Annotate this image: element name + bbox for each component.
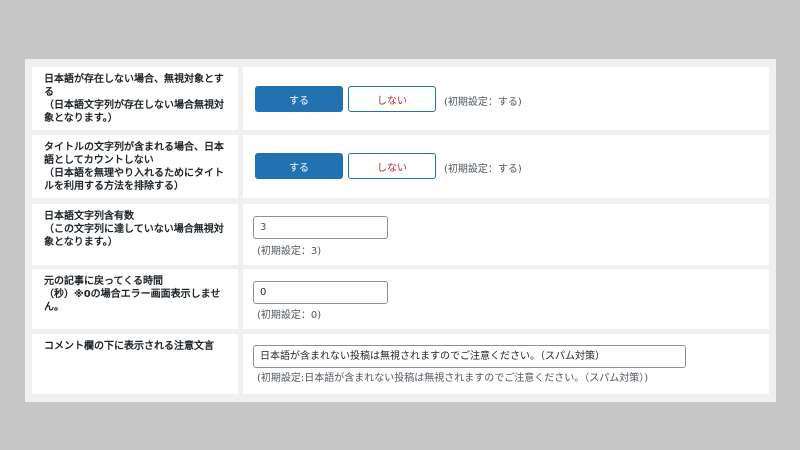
setting-row-caution-text: コメント欄の下に表示される注意文言 日本語が含まれない投稿は無視されますのでご注…	[32, 334, 769, 394]
setting-value: 0 (初期設定：0)	[243, 269, 769, 329]
setting-value: 日本語が含まれない投稿は無視されますのでご注意ください。（スパム対策） (初期設…	[243, 334, 769, 394]
disable-button[interactable]: しない	[348, 86, 436, 112]
setting-value: する しない (初期設定：する)	[243, 135, 769, 198]
default-note: (初期設定：3)	[257, 246, 322, 257]
setting-label: 日本語が存在しない場合、無視対象とする （日本語文字列が存在しない場合無視対象と…	[32, 67, 238, 130]
setting-row-ignore-no-japanese: 日本語が存在しない場合、無視対象とする （日本語文字列が存在しない場合無視対象と…	[32, 67, 769, 130]
setting-row-return-time: 元の記事に戻ってくる時間 （秒）※0の場合エラー画面表示しません。 0 (初期設…	[32, 269, 769, 329]
disable-button[interactable]: しない	[348, 153, 436, 179]
enable-button[interactable]: する	[255, 153, 343, 179]
setting-value: 3 (初期設定：3)	[243, 204, 769, 265]
caution-text-input[interactable]: 日本語が含まれない投稿は無視されますのでご注意ください。（スパム対策）	[253, 345, 686, 368]
setting-label: コメント欄の下に表示される注意文言	[32, 334, 238, 394]
setting-value: する しない (初期設定：する)	[243, 67, 769, 130]
setting-label: 元の記事に戻ってくる時間 （秒）※0の場合エラー画面表示しません。	[32, 269, 238, 329]
char-count-input[interactable]: 3	[253, 216, 388, 239]
enable-button[interactable]: する	[255, 86, 343, 112]
default-note: (初期設定：する)	[444, 164, 522, 175]
setting-label: タイトルの文字列が含まれる場合、日本語としてカウントしない （日本語を無理やり入…	[32, 135, 238, 198]
return-time-input[interactable]: 0	[253, 281, 388, 304]
default-note: (初期設定：0)	[257, 310, 322, 321]
default-note: (初期設定：する)	[444, 97, 522, 108]
settings-panel: 日本語が存在しない場合、無視対象とする （日本語文字列が存在しない場合無視対象と…	[25, 59, 776, 402]
setting-row-title-exclusion: タイトルの文字列が含まれる場合、日本語としてカウントしない （日本語を無理やり入…	[32, 135, 769, 198]
setting-label: 日本語文字列含有数 （この文字列に達していない場合無視対象となります。）	[32, 204, 238, 265]
default-note: (初期設定:日本語が含まれない投稿は無視されますのでご注意ください。（スパム対策…	[257, 373, 649, 384]
setting-row-char-count: 日本語文字列含有数 （この文字列に達していない場合無視対象となります。） 3 (…	[32, 204, 769, 265]
